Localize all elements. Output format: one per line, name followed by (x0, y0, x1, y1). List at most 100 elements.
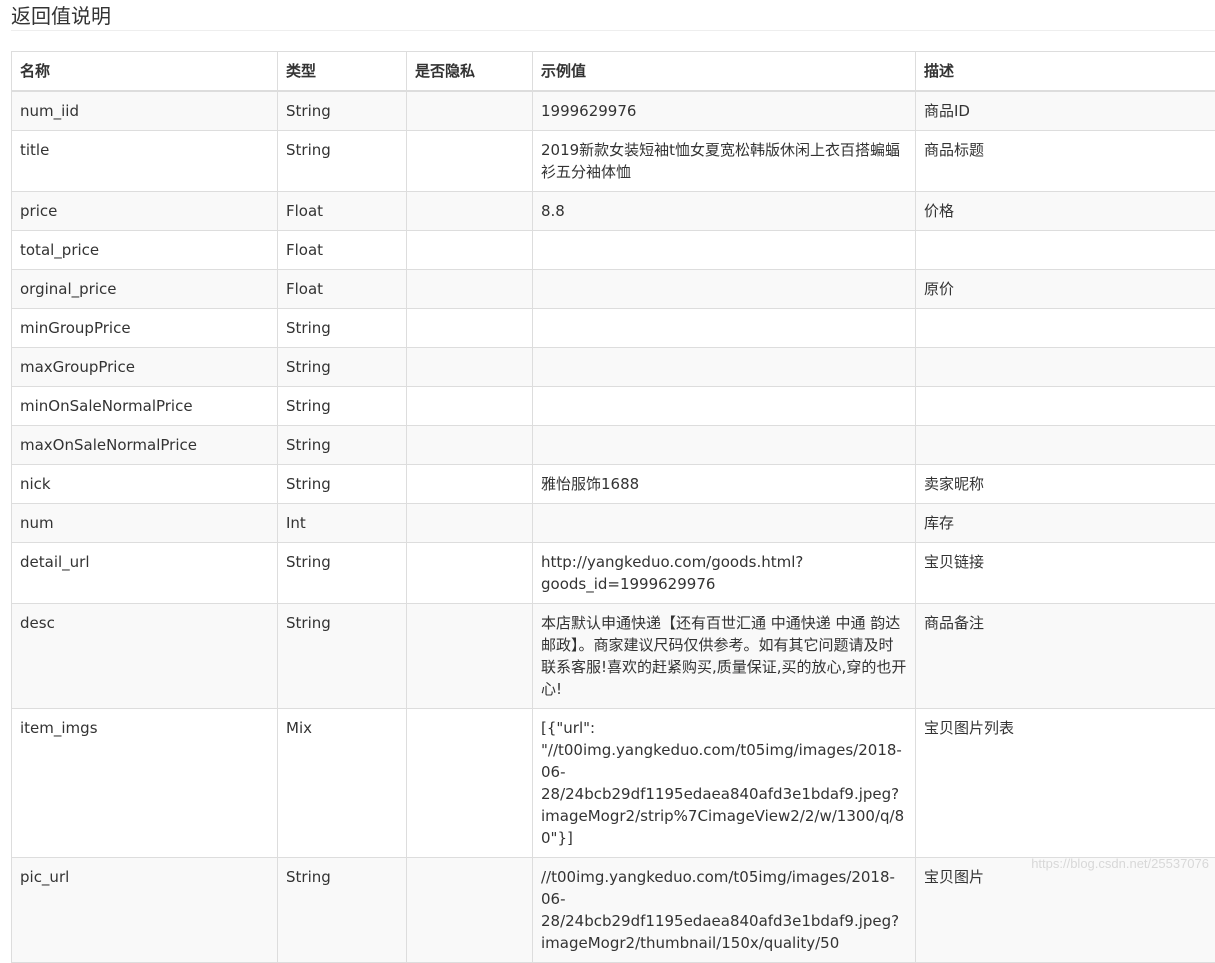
header-type: 类型 (278, 52, 407, 92)
header-private: 是否隐私 (407, 52, 533, 92)
cell-example: http://yangkeduo.com/goods.html?goods_id… (533, 543, 916, 604)
cell-description (916, 348, 1215, 387)
table-row: priceFloat 8.8价格 (12, 192, 1215, 231)
cell-type: String (278, 543, 407, 604)
header-name: 名称 (12, 52, 278, 92)
cell-name: maxOnSaleNormalPrice (12, 426, 278, 465)
cell-example: 1999629976 (533, 91, 916, 131)
cell-private (407, 543, 533, 604)
cell-name: detail_url (12, 543, 278, 604)
cell-name: orginal_price (12, 270, 278, 309)
cell-example: [{"url": "//t00img.yangkeduo.com/t05img/… (533, 709, 916, 858)
cell-example (533, 270, 916, 309)
cell-private (407, 858, 533, 963)
cell-example (533, 348, 916, 387)
cell-description: 原价 (916, 270, 1215, 309)
table-row: minGroupPriceString (12, 309, 1215, 348)
section-title: 返回值说明 (11, 3, 111, 29)
cell-private (407, 426, 533, 465)
cell-example: 8.8 (533, 192, 916, 231)
cell-description: 商品标题 (916, 131, 1215, 192)
cell-private (407, 91, 533, 131)
table-header-row: 名称 类型 是否隐私 示例值 描述 (12, 52, 1215, 92)
cell-name: maxGroupPrice (12, 348, 278, 387)
cell-type: Float (278, 192, 407, 231)
cell-type: String (278, 309, 407, 348)
cell-type: Mix (278, 709, 407, 858)
cell-type: Float (278, 231, 407, 270)
cell-example (533, 387, 916, 426)
cell-type: String (278, 131, 407, 192)
table-row: num_iidString 1999629976商品ID (12, 91, 1215, 131)
cell-description: 卖家昵称 (916, 465, 1215, 504)
cell-name: num (12, 504, 278, 543)
cell-type: Int (278, 504, 407, 543)
table-row: pic_urlString //t00img.yangkeduo.com/t05i… (12, 858, 1215, 963)
return-values-table: 名称 类型 是否隐私 示例值 描述 num_iidString199962997… (11, 51, 1215, 963)
cell-private (407, 604, 533, 709)
cell-name: title (12, 131, 278, 192)
cell-example (533, 309, 916, 348)
cell-description: 宝贝图片列表 (916, 709, 1215, 858)
cell-example (533, 231, 916, 270)
cell-private (407, 270, 533, 309)
cell-type: String (278, 858, 407, 963)
cell-description: 宝贝图片 (916, 858, 1215, 963)
table-row: numInt 库存 (12, 504, 1215, 543)
table-row: item_imgsMix [{"url": "//t00img.yangkeduo… (12, 709, 1215, 858)
section-divider (11, 30, 1215, 31)
cell-description: 价格 (916, 192, 1215, 231)
table-row: titleString 2019新款女装短袖t恤女夏宽松韩版休闲上衣百搭蝙蝠衫五分… (12, 131, 1215, 192)
cell-type: String (278, 348, 407, 387)
cell-name: minGroupPrice (12, 309, 278, 348)
cell-name: nick (12, 465, 278, 504)
cell-description (916, 387, 1215, 426)
cell-type: String (278, 465, 407, 504)
cell-private (407, 465, 533, 504)
cell-type: String (278, 426, 407, 465)
return-values-table-container: 名称 类型 是否隐私 示例值 描述 num_iidString199962997… (11, 51, 1215, 963)
cell-name: num_iid (12, 91, 278, 131)
table-body: num_iidString1999629976商品IDtitleString20… (12, 91, 1215, 963)
table-row: maxOnSaleNormalPriceString (12, 426, 1215, 465)
cell-example: 2019新款女装短袖t恤女夏宽松韩版休闲上衣百搭蝙蝠衫五分袖体恤 (533, 131, 916, 192)
table-row: minOnSaleNormalPriceString (12, 387, 1215, 426)
cell-type: String (278, 604, 407, 709)
cell-description (916, 426, 1215, 465)
cell-example: //t00img.yangkeduo.com/t05img/images/201… (533, 858, 916, 963)
cell-description (916, 309, 1215, 348)
header-description: 描述 (916, 52, 1215, 92)
table-row: nickString 雅怡服饰1688卖家昵称 (12, 465, 1215, 504)
cell-description: 宝贝链接 (916, 543, 1215, 604)
cell-description: 商品ID (916, 91, 1215, 131)
table-row: total_priceFloat (12, 231, 1215, 270)
cell-private (407, 231, 533, 270)
cell-type: Float (278, 270, 407, 309)
cell-example: 雅怡服饰1688 (533, 465, 916, 504)
cell-example (533, 426, 916, 465)
cell-name: desc (12, 604, 278, 709)
cell-type: String (278, 91, 407, 131)
cell-private (407, 348, 533, 387)
cell-private (407, 309, 533, 348)
cell-example (533, 504, 916, 543)
table-row: orginal_priceFloat 原价 (12, 270, 1215, 309)
cell-name: item_imgs (12, 709, 278, 858)
cell-private (407, 387, 533, 426)
watermark: https://blog.csdn.net/25537076 (1031, 856, 1209, 871)
cell-name: minOnSaleNormalPrice (12, 387, 278, 426)
cell-name: total_price (12, 231, 278, 270)
cell-description: 库存 (916, 504, 1215, 543)
cell-private (407, 131, 533, 192)
cell-private (407, 192, 533, 231)
cell-description: 商品备注 (916, 604, 1215, 709)
cell-description (916, 231, 1215, 270)
header-example: 示例值 (533, 52, 916, 92)
cell-type: String (278, 387, 407, 426)
cell-private (407, 709, 533, 858)
cell-name: price (12, 192, 278, 231)
cell-private (407, 504, 533, 543)
cell-example: 本店默认申通快递【还有百世汇通 中通快递 中通 韵达 邮政】。商家建议尺码仅供参… (533, 604, 916, 709)
table-row: detail_urlString http://yangkeduo.com/goo… (12, 543, 1215, 604)
cell-name: pic_url (12, 858, 278, 963)
